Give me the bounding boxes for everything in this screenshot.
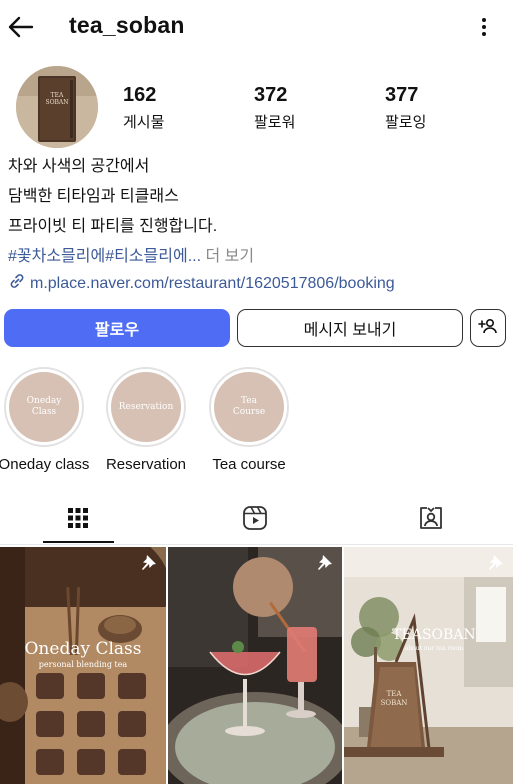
bio-website-url[interactable]: m.place.naver.com/restaurant/1620517806/… [30,275,395,293]
profile-username: tea_soban [69,12,185,38]
highlight-oneday-class[interactable]: Oneday Class Oneday class [0,367,89,473]
tab-tagged[interactable] [411,505,451,535]
more-options-icon[interactable] [472,12,496,42]
post-3-title: TEASOBAN [392,627,476,643]
highlight-cover: Reservation [111,372,181,442]
post-3-sign-line2: SOBAN [380,699,408,707]
highlight-cover-title: Reservation [118,401,174,412]
stat-posts-count: 162 [123,84,157,106]
stat-following[interactable]: 377 팔로잉 [385,84,426,132]
tab-reels[interactable] [235,505,275,535]
bio-website-link[interactable]: m.place.naver.com/restaurant/1620517806/… [8,272,395,295]
stat-followers-count: 372 [254,84,288,106]
highlight-cover-title: Tea [241,396,257,406]
post-tile-1[interactable]: Oneday Class personal blending tea [0,547,166,784]
highlight-cover: Oneday Class [9,372,79,442]
stat-posts-label: 게시물 [123,114,165,131]
bio-line-2: 담백한 티타임과 티클래스 [8,188,179,205]
tagged-person-icon [418,505,444,536]
profile-tab-bar [0,497,513,545]
stat-followers[interactable]: 372 팔로워 [254,84,295,132]
tab-posts-grid[interactable] [58,505,98,535]
highlight-cover: Tea Course [214,372,284,442]
follow-button[interactable]: 팔로우 [4,309,230,347]
highlight-tea-course[interactable]: Tea Course Tea course [208,367,290,473]
bio-line-1: 차와 사색의 공간에서 [8,158,150,175]
suggest-people-button[interactable] [470,309,506,347]
back-arrow-icon[interactable] [6,12,38,42]
reels-icon [242,505,268,536]
post-1-title: Oneday Class [24,639,142,659]
highlight-ring: Tea Course [209,367,289,447]
grid-icon [67,507,89,534]
link-icon [8,272,26,295]
stat-posts[interactable]: 162 게시물 [123,84,164,132]
profile-avatar[interactable]: TEA SOBAN [16,66,98,148]
top-bar: tea_soban [0,0,513,52]
highlight-cover-title: Oneday [26,396,62,406]
highlight-reservation[interactable]: Reservation Reservation [105,367,187,473]
bio-hashtags[interactable]: #꽃차소믈리에#티소믈리에... 더 보기 [8,247,254,267]
message-button[interactable]: 메시지 보내기 [237,309,463,347]
pinned-post-icon [140,553,158,571]
post-3-subtitle: about our tea room [404,645,464,652]
highlight-cover-subtitle: Class [31,407,57,417]
add-person-icon [478,316,498,341]
highlight-ring: Oneday Class [4,367,84,447]
post-3-sign-line1: TEA [386,690,402,698]
highlight-ring: Reservation [106,367,186,447]
stat-followers-label: 팔로워 [254,114,296,131]
post-1-subtitle: personal blending tea [38,660,128,669]
pinned-post-icon [487,553,505,571]
active-tab-indicator [43,541,114,543]
bio-line-3: 프라이빗 티 파티를 진행합니다. [8,218,218,235]
post-tile-3[interactable]: TEASOBAN about our tea room TEA SOBAN [344,547,513,784]
stat-following-label: 팔로잉 [385,114,427,131]
stat-following-count: 377 [385,84,419,106]
highlight-caption: Oneday class [0,456,90,473]
bio-hashtags-text[interactable]: #꽃차소믈리에#티소믈리에... [8,248,201,265]
highlight-caption: Tea course [212,456,286,473]
avatar-sign-line1: TEA [51,92,64,99]
avatar-sign-line2: SOBAN [45,99,68,106]
bio-more-link[interactable]: 더 보기 [201,248,255,265]
pinned-post-icon [316,553,334,571]
highlight-cover-subtitle: Course [232,407,266,417]
highlight-caption: Reservation [105,456,187,473]
post-tile-2[interactable] [168,547,342,784]
